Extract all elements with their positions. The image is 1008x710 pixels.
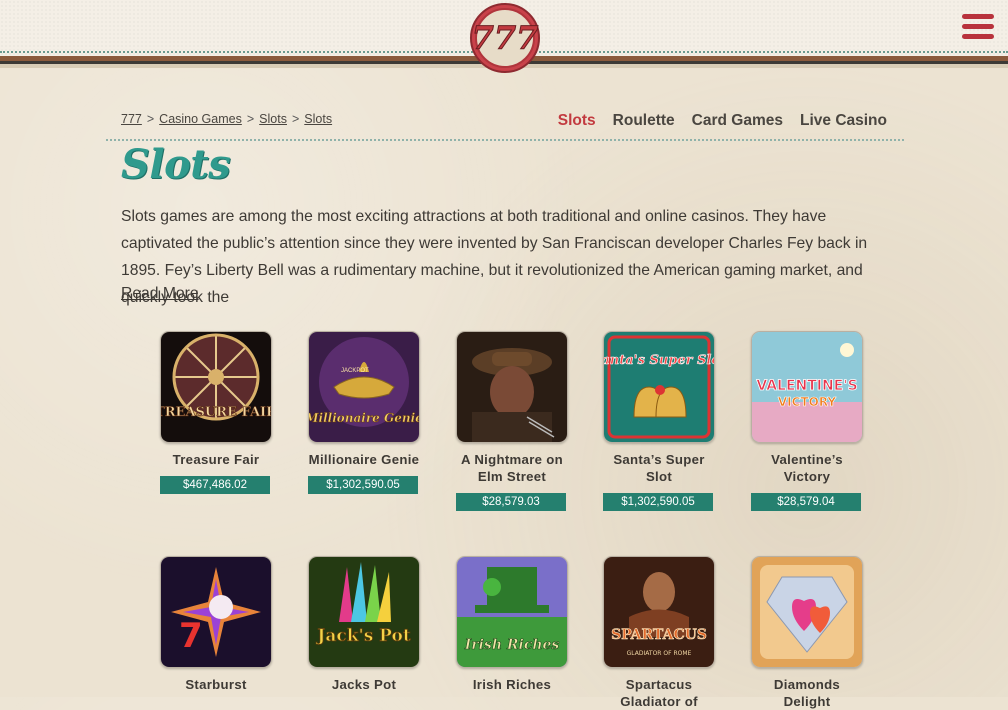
game-card-millionaire-genie[interactable]: JACKPOT Millionaire Genie Millionaire Ge… [308,331,420,494]
thumb-label: SPARTACUS [611,627,707,643]
tab-roulette[interactable]: Roulette [613,112,675,130]
tab-slots[interactable]: Slots [558,112,596,130]
game-thumbnail[interactable] [751,556,863,668]
breadcrumb-slots-link[interactable]: Slots [259,112,287,126]
thumb-label: TREASURE FAIR [161,405,271,420]
thumb-label: VALENTINE'S [756,378,857,394]
game-thumbnail[interactable] [456,331,568,443]
svg-text:7: 7 [179,616,203,656]
game-thumbnail[interactable]: Irish Riches [456,556,568,668]
game-name: Irish Riches [472,677,552,692]
game-card-valentines-victory[interactable]: VALENTINE'S VICTORY Valentine’s Victory … [751,331,863,511]
breadcrumb-separator: > [246,112,255,126]
jackpot-amount: $467,486.02 [160,476,270,494]
breadcrumb-casino-games-link[interactable]: Casino Games [159,112,242,126]
category-nav: Slots Roulette Card Games Live Casino [558,112,887,130]
game-thumbnail[interactable]: TREASURE FAIR [160,331,272,443]
thumb-label: Irish Riches [464,637,560,653]
game-card-nightmare-elm-street[interactable]: A Nightmare on Elm Street $28,579.03 [456,331,568,511]
game-name: Santa’s Super Slot [613,452,705,484]
game-thumbnail[interactable]: Santa's Super Slot [603,331,715,443]
game-name: A Nightmare on Elm Street [461,452,563,484]
game-thumbnail[interactable]: VALENTINE'S VICTORY [751,331,863,443]
game-name: Millionaire Genie [308,452,420,467]
game-card-santas-super-slot[interactable]: Santa's Super Slot Santa’s Super Slot $1… [603,331,715,511]
game-card-jacks-pot[interactable]: Jack's Pot Jacks Pot [308,556,420,693]
game-card-irish-riches[interactable]: Irish Riches Irish Riches [456,556,568,693]
breadcrumb-current-slots-link[interactable]: Slots [304,112,332,126]
game-card-starburst[interactable]: 7 Starburst [160,556,272,693]
thumb-jackpot-label: JACKPOT [341,368,369,374]
thumb-label: Jack's Pot [315,626,411,646]
breadcrumb-home-link[interactable]: 777 [121,112,142,126]
777-logo[interactable]: 777 [460,2,550,74]
game-card-spartacus[interactable]: SPARTACUS GLADIATOR OF ROME Spartacus Gl… [603,556,715,710]
breadcrumb-separator: > [146,112,155,126]
game-thumbnail[interactable]: 7 [160,556,272,668]
game-card-diamonds-delight[interactable]: Diamonds Delight [751,556,863,710]
jackpot-amount: $28,579.03 [456,493,566,511]
thumb-label: VICTORY [778,395,837,409]
hamburger-menu-icon[interactable] [962,14,994,42]
jackpot-amount: $28,579.04 [751,493,861,511]
game-name: Spartacus Gladiator of [620,677,698,709]
page-title: Slots [121,141,231,188]
breadcrumb-separator: > [291,112,300,126]
thumb-label: Millionaire Genie [309,411,419,425]
game-card-treasure-fair[interactable]: TREASURE FAIR Treasure Fair $467,486.02 [160,331,272,494]
game-thumbnail[interactable]: Jack's Pot [308,556,420,668]
game-name: Diamonds Delight [773,677,841,709]
game-thumbnail[interactable]: JACKPOT Millionaire Genie [308,331,420,443]
jackpot-amount: $1,302,590.05 [603,493,713,511]
game-name: Jacks Pot [331,677,397,692]
logo-text: 777 [472,19,539,57]
thumb-sublabel: GLADIATOR OF ROME [627,650,692,657]
thumb-label: Santa's Super Slot [604,353,714,368]
game-name: Treasure Fair [172,452,260,467]
game-name: Valentine’s Victory [771,452,843,484]
intro-text: Slots games are among the most exciting … [121,208,868,306]
game-name: Starburst [185,677,247,692]
tab-live-casino[interactable]: Live Casino [800,112,887,130]
game-thumbnail[interactable]: SPARTACUS GLADIATOR OF ROME [603,556,715,668]
jackpot-amount: $1,302,590.05 [308,476,418,494]
breadcrumb: 777 > Casino Games > Slots > Slots [121,112,332,126]
read-more-link[interactable]: Read More [121,285,199,303]
tab-card-games[interactable]: Card Games [692,112,783,130]
